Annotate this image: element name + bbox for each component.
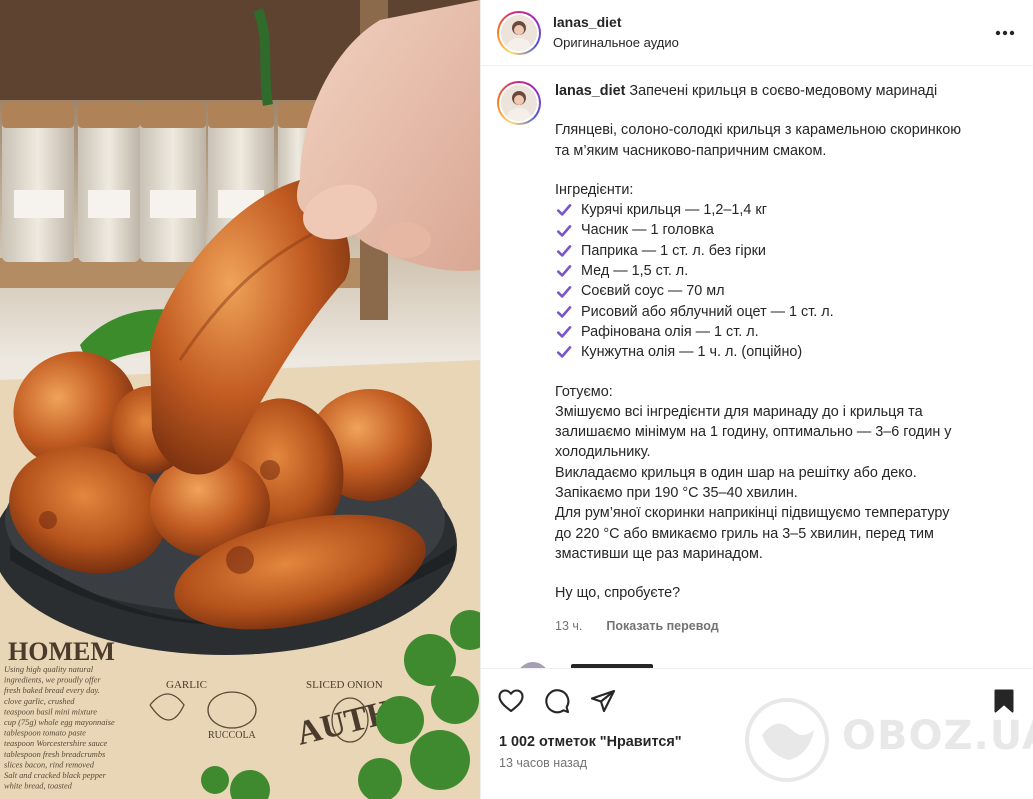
recipe-print-line: teaspoon basil mini mixture: [4, 707, 97, 716]
closing-question: Ну що, спробуєте?: [555, 585, 681, 602]
ingredient-item: Курячі крильця — 1,2–1,4 кг: [555, 200, 1018, 220]
recipe-print-line: ingredients, we proudly offer: [4, 676, 101, 685]
steps-list: Змішуємо всі інгредієнти для маринаду до…: [555, 402, 1018, 564]
avatar-photo: [501, 85, 537, 121]
ingredient-text: Часник — 1 головка: [581, 222, 714, 239]
share-icon: [590, 689, 616, 713]
post-photo[interactable]: HOMEM GARLIC SLICED ONION RUCCOLA AUTH U…: [0, 0, 480, 799]
ingredient-item: Часник — 1 головка: [555, 220, 1018, 240]
ingredient-item: Рисовий або яблучний оцет — 1 ст. л.: [555, 302, 1018, 322]
save-button[interactable]: [990, 687, 1018, 715]
ingredients-section: Інгредієнти: Курячі крильця — 1,2–1,4 кг…: [555, 180, 1018, 363]
audio-label[interactable]: Оригинальное аудио: [553, 34, 993, 52]
caption-text: lanas_diet Запечені крильця в соєво-медов…: [555, 81, 1018, 636]
ingredient-text: Курячі крильця — 1,2–1,4 кг: [581, 202, 767, 219]
ingredient-item: Кунжутна олія — 1 ч. л. (опційно): [555, 342, 1018, 362]
step-line: Викладаємо крильця в один шар на решітку…: [555, 464, 917, 481]
caption-age[interactable]: 13 ч.: [555, 616, 582, 636]
ruccola-print: RUCCOLA: [208, 730, 257, 741]
checkmark-icon: [555, 242, 573, 260]
caption-avatar[interactable]: [497, 81, 541, 125]
ingredient-text: Рафінована олія — 1 ст. л.: [581, 323, 759, 340]
ingredient-text: Рисовий або яблучний оцет — 1 ст. л.: [581, 303, 834, 320]
share-button[interactable]: [589, 687, 617, 715]
caption-username[interactable]: lanas_diet: [555, 83, 625, 99]
recipe-print-line: fresh baked bread every day.: [4, 686, 100, 695]
ingredient-item: Мед — 1,5 ст. л.: [555, 261, 1018, 281]
recipe-print-line: tablespoon tomato paste: [4, 729, 86, 738]
step-line: Змішуємо всі інгредієнти для маринаду до…: [555, 403, 923, 420]
likes-count[interactable]: 1 002 отметок "Нравится": [481, 734, 1033, 750]
recipe-print-line: teaspoon Worcestershire sauce: [4, 739, 108, 748]
caption-intro: Глянцеві, солоно-солодкі крильця з карам…: [555, 120, 1018, 161]
intro-line: та м’яким часниково-папричним смаком.: [555, 142, 827, 159]
step-line: змастивши ще раз маринадом.: [555, 545, 763, 562]
post-time[interactable]: 13 часов назад: [481, 756, 1033, 770]
author-avatar[interactable]: [497, 10, 541, 55]
checkmark-icon: [555, 262, 573, 280]
ingredient-text: Паприка — 1 ст. л. без гірки: [581, 242, 766, 259]
action-bar: [481, 669, 1033, 717]
step-line: Запікаємо при 190 °С 35–40 хвилин.: [555, 485, 798, 502]
ingredient-list: Курячі крильця — 1,2–1,4 кг Часник — 1 го…: [555, 200, 1018, 362]
caption-area: lanas_diet Запечені крильця в соєво-медов…: [481, 67, 1033, 667]
show-translation-link[interactable]: Показать перевод: [606, 616, 718, 636]
checkmark-icon: [555, 201, 573, 219]
ingredient-item: Рафінована олія — 1 ст. л.: [555, 322, 1018, 342]
ingredient-text: Мед — 1,5 ст. л.: [581, 263, 689, 280]
checkmark-icon: [555, 222, 573, 240]
post-panel: lanas_diet Оригинальное аудио lanas_diet…: [480, 0, 1033, 799]
step-line: до 220 °С або вмикаємо гриль на 3–5 хвил…: [555, 525, 934, 542]
step-line: холодильнику.: [555, 444, 651, 461]
recipe-print-line: Salt and cracked black pepper: [4, 771, 107, 780]
checkmark-icon: [555, 343, 573, 361]
recipe-print-line: white bread, toasted: [4, 782, 73, 791]
recipe-print-line: slices bacon, rind removed: [4, 760, 95, 769]
more-options-button[interactable]: [993, 21, 1017, 45]
next-comment-preview: [497, 660, 1017, 668]
avatar-photo: [501, 14, 537, 51]
more-horizontal-icon: [995, 30, 1015, 35]
ingredient-item: Соєвий соус — 70 мл: [555, 281, 1018, 301]
intro-line: Глянцеві, солоно-солодкі крильця з карам…: [555, 122, 962, 139]
bookmark-icon: [994, 689, 1014, 713]
ingredient-text: Кунжутна олія — 1 ч. л. (опційно): [581, 344, 803, 361]
comment-button[interactable]: [543, 687, 571, 715]
ingredient-text: Соєвий соус — 70 мл: [581, 283, 725, 300]
ingredients-heading: Інгредієнти:: [555, 181, 634, 198]
step-line: залишаємо мінімум на 1 годину, оптимальн…: [555, 424, 952, 441]
homemade-print: HOMEM: [8, 637, 115, 666]
recipe-print-line: tablespoon fresh breadcrumbs: [4, 750, 105, 759]
author-username[interactable]: lanas_diet: [553, 13, 993, 31]
food-photo-illustration: HOMEM GARLIC SLICED ONION RUCCOLA AUTH U…: [0, 0, 480, 799]
checkmark-icon: [555, 303, 573, 321]
post-actions-section: 1 002 отметок "Нравится" 13 часов назад: [481, 668, 1033, 799]
checkmark-icon: [555, 323, 573, 341]
recipe-print-line: clove garlic, crushed: [4, 697, 75, 706]
steps-heading: Готуємо:: [555, 383, 613, 400]
recipe-print-line: Using high quality natural: [4, 665, 94, 674]
checkmark-icon: [555, 283, 573, 301]
heart-icon: [498, 689, 524, 713]
step-line: Для рум’яної скоринки наприкінці підвищу…: [555, 505, 950, 522]
ingredient-item: Паприка — 1 ст. л. без гірки: [555, 241, 1018, 261]
garlic-print: GARLIC: [166, 679, 207, 691]
steps-section: Готуємо: Змішуємо всі інгредієнти для ма…: [555, 382, 1018, 565]
like-button[interactable]: [497, 687, 525, 715]
recipe-print-line: cup (75g) whole egg mayonnaise: [4, 718, 115, 727]
caption-title: Запечені крильця в соєво-медовому марина…: [629, 83, 938, 99]
comment-icon: [545, 689, 570, 714]
post-header: lanas_diet Оригинальное аудио: [481, 0, 1033, 66]
sliced-onion-print: SLICED ONION: [306, 679, 383, 691]
